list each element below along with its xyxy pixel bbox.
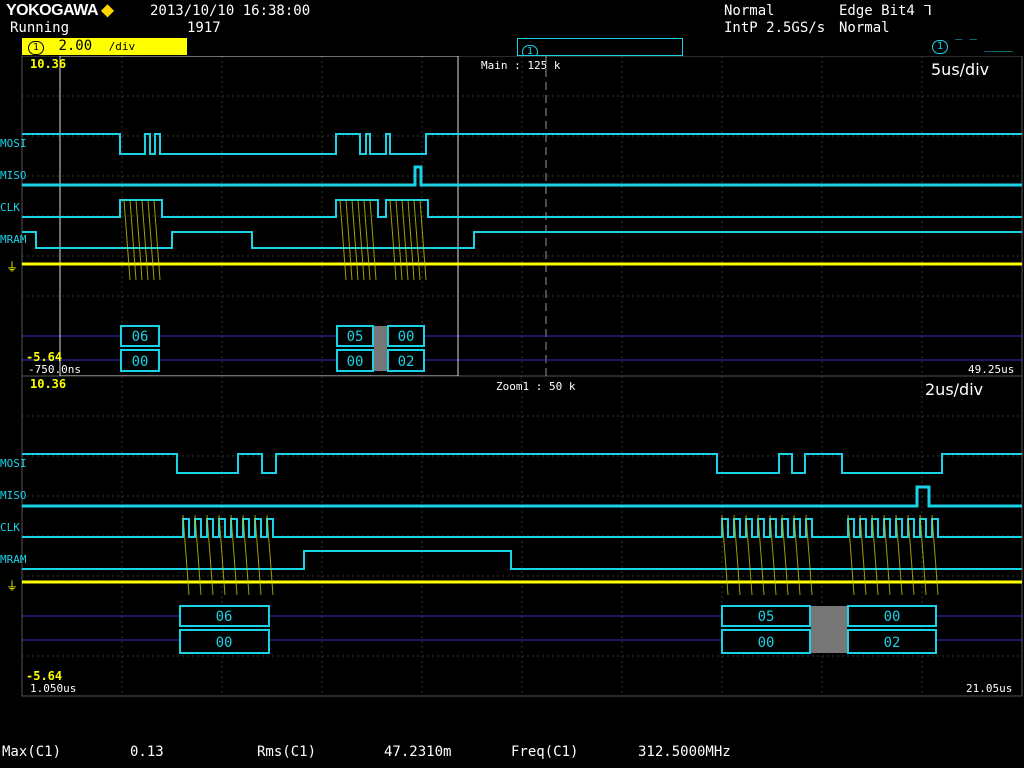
main-waveform-display[interactable]: 06 05 00 00 00 02	[0, 56, 1024, 378]
main-decode-a-1: 06	[132, 329, 149, 345]
ch1-badge: 1	[28, 41, 44, 55]
main-ground-icon: ⏚	[6, 260, 19, 274]
zoom-ground-icon: ⏚	[6, 579, 19, 593]
main-label-miso: MISO	[0, 169, 27, 182]
main-top-level: 10.36	[30, 57, 67, 71]
zoom-start-time: 1.050us	[30, 682, 77, 695]
zoom-decode-a-3: 00	[884, 609, 901, 625]
zoom-decode-a-1: 06	[216, 609, 233, 625]
zoom-position-box[interactable]: 1	[517, 38, 683, 59]
sample-rate: IntP 2.5GS/s	[724, 20, 826, 36]
zoom-top-level: 10.36	[30, 377, 67, 391]
measure-rms-value: 47.2310m	[384, 744, 452, 760]
zoom-decode-a-2: 05	[758, 609, 775, 625]
main-label-clk: CLK	[0, 201, 20, 214]
measure-rms-name: Rms(C1)	[257, 744, 317, 760]
zoom-label-mram: MRAM	[0, 553, 27, 566]
main-label-mosi: MOSI	[0, 137, 27, 150]
zoom-waveform-display[interactable]: 06 05 00 00 00 02	[0, 376, 1024, 698]
main-decode-b-2: 00	[347, 354, 364, 370]
main-title: Main : 125 k	[481, 59, 561, 72]
ch1-scale-value: 2.00	[58, 38, 93, 54]
zoom-label-mosi: MOSI	[0, 457, 27, 470]
acquisition-count: 1917	[187, 20, 221, 36]
acquisition-mode: Normal	[724, 3, 775, 19]
zoom-end-time: 21.05us	[966, 682, 1013, 695]
zoom-label-clk: CLK	[0, 521, 20, 534]
main-decode-b-1: 00	[132, 354, 149, 370]
zoom-decode-b-3: 02	[884, 635, 901, 651]
main-decode-b-3: 02	[398, 354, 415, 370]
main-timebase: 5us/div	[931, 60, 990, 79]
trigger-type: Edge Bit4 ᒣ	[839, 3, 932, 19]
main-decode-a-2: 05	[347, 329, 364, 345]
falling-edge-icon: ᒣ	[923, 3, 932, 19]
measure-freq-name: Freq(C1)	[511, 744, 579, 760]
main-end-time: 49.25us	[968, 363, 1015, 376]
main-label-mram: MRAM	[0, 233, 27, 246]
zoom-title: Zoom1 : 50 k	[496, 380, 576, 393]
main-decode-a-3: 00	[398, 329, 415, 345]
ch1-scale-unit: /div	[108, 40, 136, 53]
run-state: Running	[10, 20, 70, 36]
measure-max-value: 0.13	[130, 744, 164, 760]
datetime: 2013/10/10 16:38:00	[150, 3, 311, 19]
measure-freq-value: 312.5000MHz	[638, 744, 731, 760]
zoom-label-miso: MISO	[0, 489, 27, 502]
trigger-mode: Normal	[839, 20, 890, 36]
zoom-decode-b-2: 00	[758, 635, 775, 651]
measure-max-name: Max(C1)	[2, 744, 62, 760]
trigger-level-icon: 1 ‾ ‾ ____	[932, 38, 1013, 54]
zoom-decode-b-1: 00	[216, 635, 233, 651]
main-start-time: -750.0ns	[28, 363, 81, 376]
brand-logo: YOKOGAWA ◆	[6, 2, 114, 19]
ch1-scale-box[interactable]: 1 2.00 /div	[22, 38, 187, 55]
zoom-timebase: 2us/div	[925, 380, 984, 399]
